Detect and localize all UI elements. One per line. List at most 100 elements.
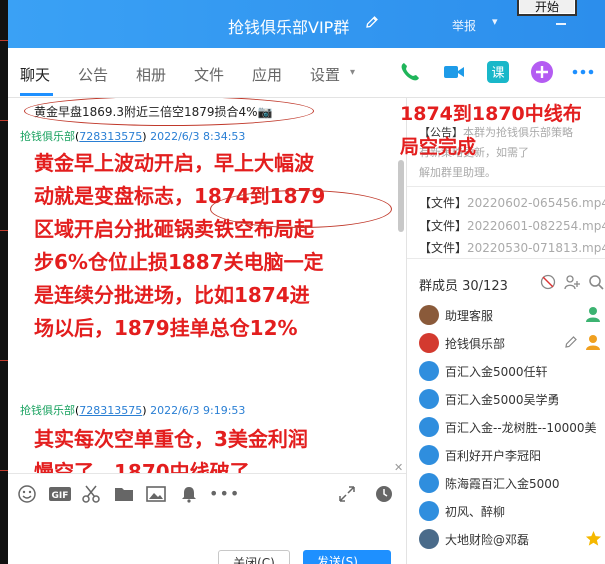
message-body: 其实每次空单重仓，3美金利润 慢空了，1870中线破了 (34, 423, 396, 473)
divider (407, 186, 605, 187)
close-button[interactable]: 关闭(C) (218, 550, 290, 564)
message-line: 黄金早上波动开启，早上大幅波 (34, 151, 314, 175)
chevron-down-icon[interactable]: ▾ (492, 15, 498, 28)
member-name: 大地财险@邓磊 (445, 533, 530, 547)
tab-settings[interactable]: 设置 (310, 64, 340, 85)
folder-icon[interactable] (114, 484, 134, 504)
member-name: 抢钱俱乐部 (445, 337, 506, 351)
avatar (419, 389, 439, 409)
chat-history[interactable]: 黄金早盘1869.3附近三倍空1879损合4%📷 抢钱俱乐部(728313575… (8, 98, 406, 473)
message-sender-line: 抢钱俱乐部(728313575) 2022/6/3 8:34:53 (20, 130, 246, 143)
edit-pencil-icon[interactable] (365, 15, 379, 29)
member-management-icon[interactable] (540, 274, 556, 290)
image-icon[interactable] (146, 484, 166, 504)
emoji-icon[interactable] (18, 484, 36, 504)
member-item[interactable]: 百汇入金5000任轩 (419, 358, 604, 384)
message-time: 2022/6/3 8:34:53 (150, 130, 246, 143)
avatar (419, 305, 439, 325)
report-link[interactable]: 举报 (452, 17, 476, 34)
tab-chat[interactable]: 聊天 (20, 64, 50, 85)
settings-chevron-icon[interactable]: ▾ (350, 67, 355, 78)
member-item[interactable]: 抢钱俱乐部 (419, 330, 604, 356)
group-chat-window: 抢钱俱乐部VIP群 举报 ▾ 开始 聊天 公告 相册 文件 应用 设置 ▾ 课 … (8, 0, 605, 564)
member-item[interactable]: 助理客服 (419, 302, 604, 328)
avatar (419, 501, 439, 521)
gif-icon[interactable]: GIF (48, 484, 72, 504)
sender-qq-link[interactable]: 728313575 (79, 404, 142, 417)
tab-announcement[interactable]: 公告 (78, 64, 108, 85)
member-name: 百汇入金5000任轩 (445, 365, 548, 379)
member-item[interactable]: 百汇入金5000吴学勇 (419, 386, 604, 412)
right-panel: 【公告】本群为抢钱俱乐部策略 有新策略更新，如需了 解加群里助理。 【文件】20… (406, 98, 605, 564)
member-item[interactable]: 初风、醉柳 (419, 498, 604, 524)
window-title: 抢钱俱乐部VIP群 (228, 18, 350, 37)
member-name: 百利好开户李冠阳 (445, 449, 542, 463)
svg-text:GIF: GIF (52, 491, 69, 501)
send-button[interactable]: 发送(S) (303, 550, 391, 564)
member-item[interactable]: 陈海霞百汇入金5000 (419, 470, 604, 496)
background-chart-strip (0, 0, 8, 564)
avatar (419, 529, 439, 549)
video-icon[interactable] (442, 60, 466, 84)
message-line: 场以后，1879挂单总仓12% (34, 316, 298, 340)
more-icon[interactable] (571, 60, 595, 84)
tab-files[interactable]: 文件 (194, 64, 224, 85)
file-label: 【文件】 (419, 196, 468, 210)
minimize-icon[interactable] (556, 23, 566, 25)
message-sender-line: 抢钱俱乐部(728313575) 2022/6/3 9:19:53 (20, 404, 246, 417)
red-annotation-text: 1874到1870中线布 局空完成 (400, 98, 605, 164)
owner-person-icon (586, 335, 600, 350)
message-body: 黄金早上波动开启，早上大幅波 动就是变盘标志，1874到1879 区域开启分批砸… (34, 147, 396, 345)
member-name: 百汇入金--龙树胜--10000美 (445, 421, 597, 435)
tab-apps[interactable]: 应用 (252, 64, 282, 85)
avatar (419, 473, 439, 493)
member-name: 百汇入金5000吴学勇 (445, 393, 560, 407)
expand-icon[interactable] (338, 484, 356, 504)
member-item[interactable]: 百汇入金--龙树胜--10000美 (419, 414, 604, 440)
course-icon[interactable]: 课 (486, 60, 510, 84)
input-area[interactable]: GIF ••• 关闭(C) 发送(S) (8, 473, 406, 564)
avatar (419, 361, 439, 381)
scrollbar-thumb[interactable] (398, 160, 404, 232)
avatar (419, 445, 439, 465)
file-item[interactable]: 【文件】20220602-065456.mp4 (419, 194, 605, 211)
file-name: 20220601-082254.mp4 (467, 219, 605, 233)
annotation-line: 1874到1870中线布 (400, 103, 582, 125)
file-label: 【文件】 (419, 241, 468, 255)
message-line: 是连续分批进场，比如1874进 (34, 283, 310, 307)
annotation-ellipse (24, 98, 314, 126)
message-line: 步6%仓位止损1887关电脑一定 (34, 250, 324, 274)
member-name: 助理客服 (445, 309, 494, 323)
history-clock-icon[interactable] (375, 484, 393, 504)
add-app-icon[interactable] (530, 60, 554, 84)
sender-name: 抢钱俱乐部 (20, 130, 75, 143)
file-item[interactable]: 【文件】20220530-071813.mp4 (419, 239, 605, 256)
sender-qq-link[interactable]: 728313575 (79, 130, 142, 143)
notice-text: 解加群里助理。 (419, 166, 496, 179)
annotation-line: 局空完成 (400, 136, 477, 158)
title-bar: 抢钱俱乐部VIP群 举报 ▾ (8, 0, 605, 48)
avatar (419, 333, 439, 353)
file-name: 20220602-065456.mp4 (467, 196, 605, 210)
divider (407, 258, 605, 259)
edit-pencil-icon[interactable] (564, 335, 578, 349)
more-tools-icon[interactable]: ••• (209, 484, 240, 504)
screenshot-stage: 抢钱俱乐部VIP群 举报 ▾ 开始 聊天 公告 相册 文件 应用 设置 ▾ 课 … (0, 0, 605, 564)
member-item[interactable]: 百利好开户李冠阳 (419, 442, 604, 468)
file-item[interactable]: 【文件】20220601-082254.mp4 (419, 217, 605, 234)
sender-name: 抢钱俱乐部 (20, 404, 75, 417)
annotation-ellipse (210, 190, 392, 228)
course-icon-label: 课 (491, 66, 504, 81)
search-icon[interactable] (588, 274, 604, 290)
tab-album[interactable]: 相册 (136, 64, 166, 85)
scissors-icon[interactable] (82, 484, 100, 504)
star-icon (585, 530, 602, 546)
member-name: 陈海霞百汇入金5000 (445, 477, 560, 491)
admin-person-icon (586, 307, 600, 322)
phone-icon[interactable] (398, 60, 422, 84)
add-member-icon[interactable] (564, 274, 580, 290)
bell-icon[interactable] (180, 484, 198, 504)
member-item[interactable]: 大地财险@邓磊 (419, 526, 604, 552)
start-button[interactable]: 开始 (517, 0, 577, 16)
members-header: 群成员 30/123 (419, 279, 508, 294)
